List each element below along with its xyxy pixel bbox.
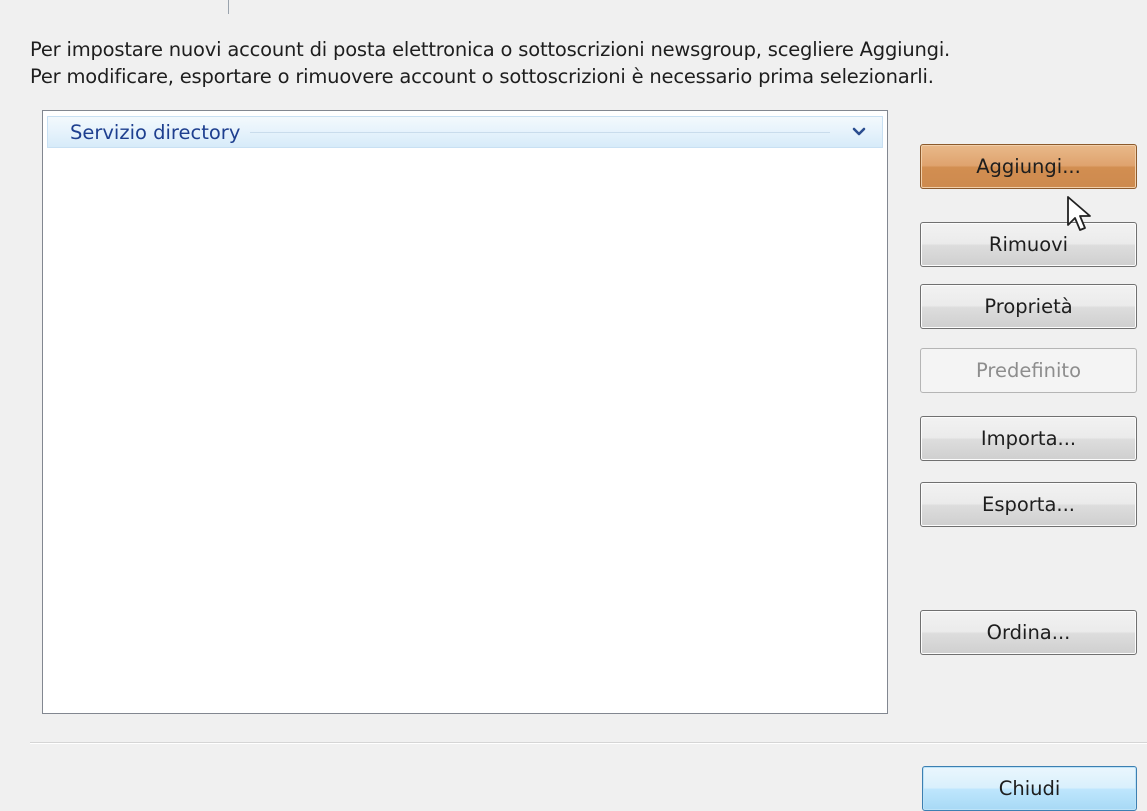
order-button[interactable]: Ordina...	[920, 610, 1137, 655]
instructions-line-1: Per impostare nuovi account di posta ele…	[30, 38, 951, 61]
add-button[interactable]: Aggiungi...	[920, 144, 1137, 189]
properties-button[interactable]: Proprietà	[920, 284, 1137, 329]
group-header-label: Servizio directory	[70, 120, 241, 144]
instructions-text: Per impostare nuovi account di posta ele…	[30, 36, 1130, 90]
footer-divider	[30, 742, 1147, 744]
chevron-down-icon[interactable]	[850, 123, 868, 141]
import-button[interactable]: Importa...	[920, 416, 1137, 461]
account-list[interactable]: Servizio directory	[42, 110, 888, 714]
instructions-line-2: Per modificare, esportare o rimuovere ac…	[30, 65, 934, 88]
group-header-directory-service[interactable]: Servizio directory	[47, 116, 883, 148]
tab-edge-line	[228, 0, 229, 14]
close-button[interactable]: Chiudi	[922, 766, 1137, 811]
remove-button[interactable]: Rimuovi	[920, 222, 1137, 267]
set-default-button[interactable]: Predefinito	[920, 348, 1137, 393]
export-button[interactable]: Esporta...	[920, 482, 1137, 527]
group-header-divider	[250, 131, 830, 133]
